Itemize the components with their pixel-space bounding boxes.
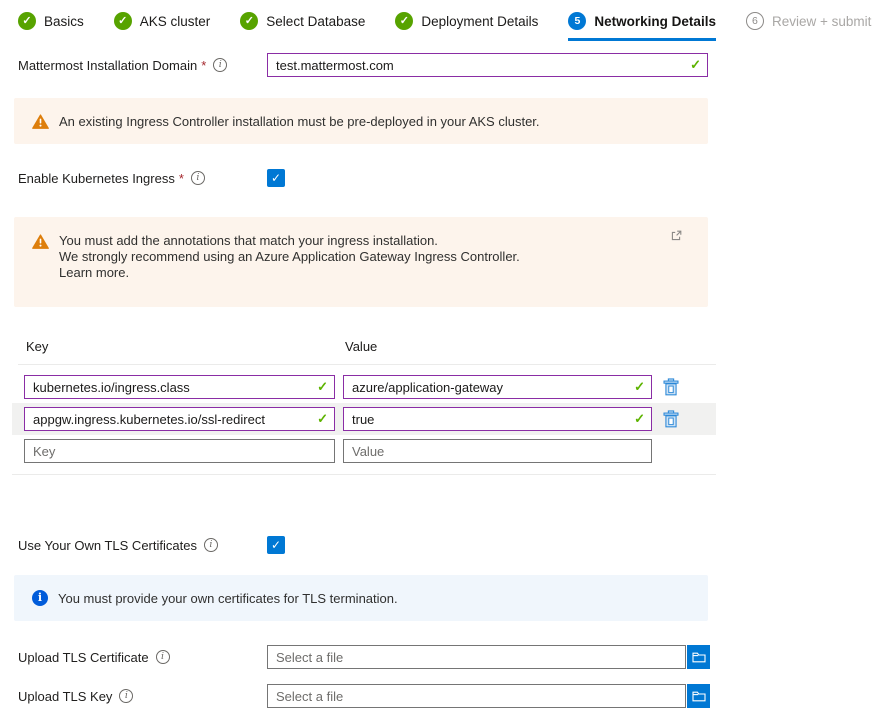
tab-underline — [395, 38, 538, 41]
annotations-warning-line3[interactable]: Learn more. — [59, 265, 129, 280]
completed-check-icon: ✓ — [240, 12, 258, 30]
ingress-warning-banner: An existing Ingress Controller installat… — [14, 98, 708, 144]
completed-check-icon: ✓ — [395, 12, 413, 30]
new-annotation-key-input[interactable] — [24, 439, 335, 463]
annotation-value-input[interactable] — [343, 375, 652, 399]
completed-check-icon: ✓ — [18, 12, 36, 30]
annotation-key-input[interactable] — [24, 375, 335, 399]
tab-basics-label: Basics — [44, 14, 84, 29]
info-icon[interactable]: i — [119, 689, 133, 703]
tab-select-database[interactable]: ✓ Select Database — [240, 12, 365, 41]
folder-browse-icon — [692, 690, 706, 702]
key-column-header: Key — [26, 339, 345, 354]
tab-deployment-details-label: Deployment Details — [421, 14, 538, 29]
wizard-tabbar: ✓ Basics ✓ AKS cluster ✓ Select Database… — [18, 12, 710, 41]
enable-ingress-checkbox[interactable]: ✓ — [267, 169, 285, 187]
enable-ingress-label-text: Enable Kubernetes Ingress — [18, 171, 175, 186]
tab-select-database-label: Select Database — [266, 14, 365, 29]
annotations-table-header: Key Value — [18, 339, 716, 365]
upload-key-file-input[interactable] — [267, 684, 686, 708]
use-tls-label-text: Use Your Own TLS Certificates — [18, 538, 197, 553]
annotation-row: ✓ ✓ — [12, 403, 716, 435]
tab-aks-cluster-label: AKS cluster — [140, 14, 211, 29]
browse-cert-button[interactable] — [687, 645, 710, 669]
ingress-warning-text: An existing Ingress Controller installat… — [59, 113, 540, 130]
tab-review-submit[interactable]: 6 Review + submit — [746, 12, 871, 41]
info-icon[interactable]: i — [156, 650, 170, 664]
delete-row-button[interactable] — [662, 378, 679, 397]
use-tls-row: Use Your Own TLS Certificates i ✓ — [18, 533, 710, 557]
annotations-table: Key Value ✓ ✓ — [18, 339, 716, 475]
use-tls-checkbox[interactable]: ✓ — [267, 536, 285, 554]
tab-networking-details[interactable]: 5 Networking Details — [568, 12, 716, 41]
tls-info-banner: i You must provide your own certificates… — [14, 575, 708, 621]
tab-networking-details-label: Networking Details — [594, 14, 716, 29]
domain-field-row: Mattermost Installation Domain * i ✓ — [18, 53, 710, 77]
warning-triangle-icon — [32, 234, 49, 249]
new-annotation-value-input[interactable] — [343, 439, 652, 463]
step-number-badge: 5 — [568, 12, 586, 30]
annotations-warning-line2: We strongly recommend using an Azure App… — [59, 249, 520, 264]
info-filled-icon: i — [32, 590, 48, 606]
browse-key-button[interactable] — [687, 684, 710, 708]
delete-row-button[interactable] — [662, 410, 679, 429]
annotation-key-input[interactable] — [24, 407, 335, 431]
required-asterisk: * — [201, 58, 206, 73]
required-asterisk: * — [179, 171, 184, 186]
trash-icon — [663, 410, 679, 428]
upload-cert-file-input[interactable] — [267, 645, 686, 669]
domain-input[interactable] — [267, 53, 708, 77]
tab-underline — [746, 38, 871, 41]
enable-ingress-row: Enable Kubernetes Ingress * i ✓ — [18, 166, 710, 190]
tab-deployment-details[interactable]: ✓ Deployment Details — [395, 12, 538, 41]
info-icon[interactable]: i — [191, 171, 205, 185]
value-column-header: Value — [345, 339, 654, 354]
annotations-warning-text: You must add the annotations that match … — [59, 232, 520, 281]
upload-key-row: Upload TLS Key i — [18, 684, 710, 708]
upload-key-label-text: Upload TLS Key — [18, 689, 112, 704]
domain-field-label: Mattermost Installation Domain * i — [18, 58, 267, 73]
tab-underline — [114, 38, 211, 41]
active-tab-underline — [568, 38, 716, 41]
info-icon[interactable]: i — [213, 58, 227, 72]
tab-aks-cluster[interactable]: ✓ AKS cluster — [114, 12, 211, 41]
domain-label-text: Mattermost Installation Domain — [18, 58, 197, 73]
table-bottom-divider — [12, 474, 716, 475]
tab-underline — [18, 38, 84, 41]
upload-cert-label: Upload TLS Certificate i — [18, 650, 267, 665]
tab-underline — [240, 38, 365, 41]
annotation-empty-row — [12, 435, 716, 467]
step-number-badge: 6 — [746, 12, 764, 30]
annotation-value-input[interactable] — [343, 407, 652, 431]
folder-browse-icon — [692, 651, 706, 663]
info-icon[interactable]: i — [204, 538, 218, 552]
tab-review-submit-label: Review + submit — [772, 14, 871, 29]
use-tls-label: Use Your Own TLS Certificates i — [18, 538, 267, 553]
warning-triangle-icon — [32, 114, 49, 129]
upload-cert-label-text: Upload TLS Certificate — [18, 650, 149, 665]
upload-key-label: Upload TLS Key i — [18, 689, 267, 704]
tls-info-text: You must provide your own certificates f… — [58, 590, 398, 607]
annotation-row: ✓ ✓ — [12, 371, 716, 403]
tab-basics[interactable]: ✓ Basics — [18, 12, 84, 41]
networking-details-step: ✓ Basics ✓ AKS cluster ✓ Select Database… — [0, 0, 710, 708]
enable-ingress-label: Enable Kubernetes Ingress * i — [18, 171, 267, 186]
annotations-warning-banner: You must add the annotations that match … — [14, 217, 708, 307]
completed-check-icon: ✓ — [114, 12, 132, 30]
annotations-warning-line1: You must add the annotations that match … — [59, 233, 438, 248]
upload-cert-row: Upload TLS Certificate i — [18, 645, 710, 669]
trash-icon — [663, 378, 679, 396]
external-link-icon[interactable] — [671, 230, 682, 241]
